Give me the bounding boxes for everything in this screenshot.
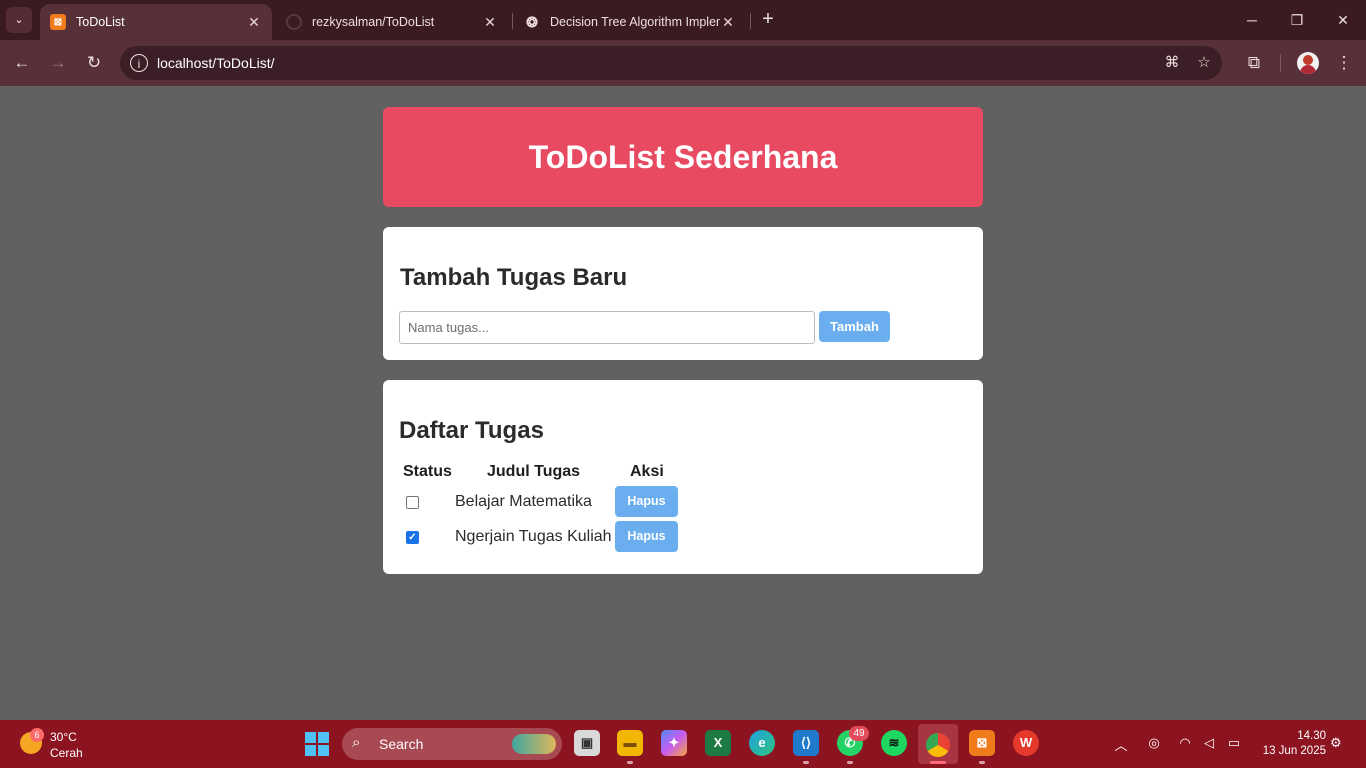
column-header-action: Aksi xyxy=(630,463,664,480)
close-tab-icon[interactable]: ✕ xyxy=(246,14,262,31)
clock-date: 13 Jun 2025 xyxy=(1262,745,1326,757)
search-highlight-image xyxy=(512,734,556,754)
search-label: Search xyxy=(379,736,424,752)
edge-icon[interactable]: e xyxy=(749,730,775,756)
tab-separator xyxy=(750,13,751,29)
xampp-icon: ⊠ xyxy=(50,14,66,30)
tab-github[interactable]: rezkysalman/ToDoList ✕ xyxy=(276,4,508,40)
running-indicator xyxy=(847,761,853,764)
url-text[interactable]: localhost/ToDoList/ xyxy=(157,55,275,71)
more-menu-icon[interactable]: ⋮ xyxy=(1332,51,1356,75)
weather-widget[interactable]: 6 30°C Cerah xyxy=(18,728,118,760)
task-list-heading: Daftar Tugas xyxy=(399,417,544,444)
copilot-icon[interactable]: ✦ xyxy=(661,730,687,756)
system-clock[interactable]: 14.30 13 Jun 2025 xyxy=(1256,729,1326,759)
extensions-icon[interactable]: ⧉ xyxy=(1242,51,1266,75)
add-task-heading: Tambah Tugas Baru xyxy=(400,264,628,291)
close-tab-icon[interactable]: ✕ xyxy=(720,14,736,31)
task-title: Ngerjain Tugas Kuliah xyxy=(455,528,612,545)
tab-search-button[interactable]: ⌄ xyxy=(6,7,32,33)
windows-start-icon[interactable] xyxy=(305,732,329,756)
task-title: Belajar Matematika xyxy=(455,493,592,510)
notification-bell-icon[interactable]: ⚙ xyxy=(1330,735,1342,751)
add-task-button[interactable]: Tambah xyxy=(819,311,890,342)
active-indicator xyxy=(930,761,946,764)
tab-todolist[interactable]: ⊠ ToDoList ✕ xyxy=(40,4,272,40)
column-header-status: Status xyxy=(403,463,452,480)
github-icon xyxy=(286,14,302,30)
forward-icon[interactable]: → xyxy=(46,51,70,75)
table-row: Belajar Matematika Hapus xyxy=(399,486,699,520)
chatgpt-icon: ❂ xyxy=(526,13,538,30)
task-view-icon[interactable]: ▣ xyxy=(574,730,600,756)
volume-muted-icon[interactable]: ◁ xyxy=(1200,735,1218,751)
file-explorer-icon[interactable]: ▬ xyxy=(617,730,643,756)
task-name-input[interactable] xyxy=(399,311,815,344)
profile-avatar[interactable] xyxy=(1297,52,1319,74)
whatsapp-badge: 49 xyxy=(849,726,869,741)
close-tab-icon[interactable]: ✕ xyxy=(482,14,498,31)
weather-badge: 6 xyxy=(30,728,44,742)
task-list-card: Daftar Tugas Status Judul Tugas Aksi Bel… xyxy=(383,380,983,574)
tab-separator xyxy=(512,13,513,29)
tab-title: rezkysalman/ToDoList xyxy=(312,15,435,29)
toolbar-divider xyxy=(1280,54,1281,72)
weather-condition: Cerah xyxy=(50,746,83,760)
reload-icon[interactable]: ↻ xyxy=(82,51,106,75)
weather-temp: 30°C xyxy=(50,730,77,744)
browser-toolbar: ← → ↻ i localhost/ToDoList/ ⌘ ☆ ⧉ ⋮ xyxy=(0,40,1366,86)
task-status-checkbox[interactable]: ✓ xyxy=(406,531,419,544)
add-task-card: Tambah Tugas Baru Tambah xyxy=(383,227,983,360)
chrome-icon[interactable] xyxy=(918,724,958,764)
restore-icon[interactable]: ❐ xyxy=(1285,8,1309,32)
column-header-title: Judul Tugas xyxy=(487,463,581,480)
address-bar[interactable]: i localhost/ToDoList/ ⌘ ☆ xyxy=(120,46,1222,80)
spotify-icon[interactable]: ≋ xyxy=(881,730,907,756)
battery-icon[interactable]: ▭ xyxy=(1225,735,1243,751)
running-indicator xyxy=(627,761,633,764)
taskbar-search[interactable]: ⌕ Search xyxy=(342,728,562,760)
translate-icon[interactable]: ⌘ xyxy=(1162,53,1182,73)
task-status-checkbox[interactable] xyxy=(406,496,419,509)
back-icon[interactable]: ← xyxy=(10,51,34,75)
search-icon: ⌕ xyxy=(352,734,361,751)
tab-title: ToDoList xyxy=(76,15,125,29)
clock-time: 14.30 xyxy=(1297,730,1326,742)
app-title: ToDoList Sederhana xyxy=(528,138,838,175)
window-close-icon[interactable]: ✕ xyxy=(1331,8,1355,32)
wifi-icon[interactable]: ◠ xyxy=(1176,735,1194,751)
running-indicator xyxy=(803,761,809,764)
browser-tab-bar: ⌄ ⊠ ToDoList ✕ rezkysalman/ToDoList ✕ ❂ … xyxy=(0,0,1366,40)
bookmark-star-icon[interactable]: ☆ xyxy=(1194,53,1214,73)
running-indicator xyxy=(979,761,985,764)
wps-office-icon[interactable]: W xyxy=(1013,730,1039,756)
site-info-icon[interactable]: i xyxy=(130,54,148,72)
delete-task-button[interactable]: Hapus xyxy=(615,486,678,517)
table-row: ✓ Ngerjain Tugas Kuliah Hapus xyxy=(399,521,699,555)
delete-task-button[interactable]: Hapus xyxy=(615,521,678,552)
new-tab-button[interactable]: + xyxy=(757,8,779,32)
excel-icon[interactable]: X xyxy=(705,730,731,756)
xampp-taskbar-icon[interactable]: ⊠ xyxy=(969,730,995,756)
sync-icon[interactable]: ◎ xyxy=(1145,735,1163,751)
tab-title: Decision Tree Algorithm Implem xyxy=(550,15,720,29)
vscode-icon[interactable]: ⟨⟩ xyxy=(793,730,819,756)
tab-decision-tree[interactable]: ❂ Decision Tree Algorithm Implem ✕ xyxy=(514,4,746,40)
chevron-up-icon[interactable]: ︿ xyxy=(1112,735,1130,754)
windows-taskbar: 6 30°C Cerah ⌕ Search ▣ ▬ ✦ X e ⟨⟩ ✆ 49 … xyxy=(0,720,1366,768)
app-header: ToDoList Sederhana xyxy=(383,107,983,207)
minimize-icon[interactable]: ─ xyxy=(1240,8,1264,32)
